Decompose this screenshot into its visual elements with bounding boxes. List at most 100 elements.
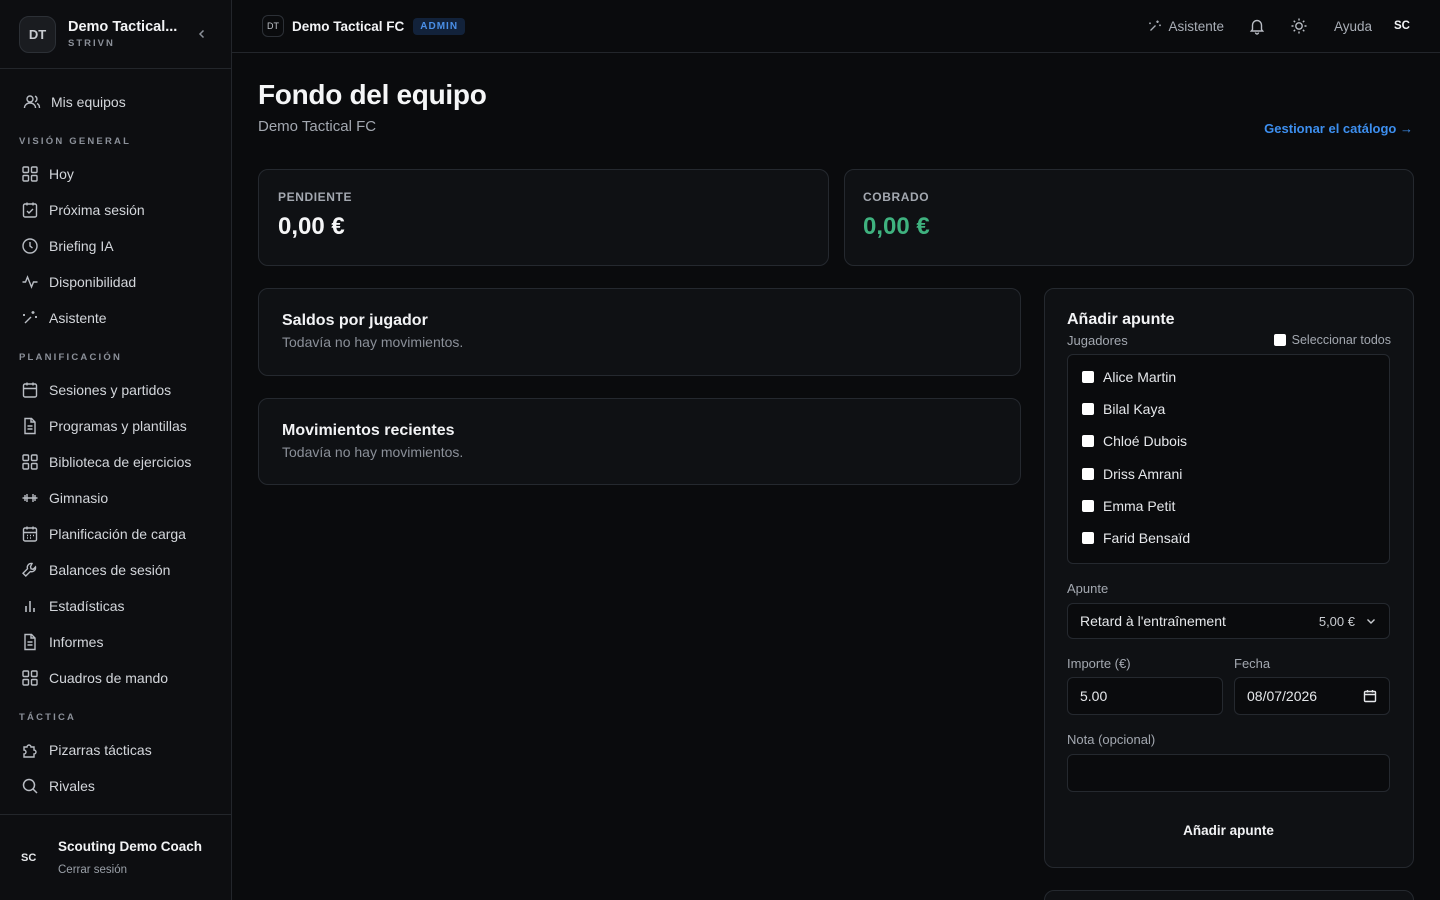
checkbox[interactable] <box>1082 532 1094 545</box>
player-option[interactable]: Chloé Dubois <box>1068 425 1389 457</box>
sidebar-item-gimnasio[interactable]: Gimnasio <box>0 480 231 516</box>
bell-icon[interactable] <box>1248 17 1266 35</box>
sidebar-item-balances[interactable]: Balances de sesión <box>0 552 231 588</box>
player-name: Chloé Dubois <box>1103 433 1188 450</box>
user-menu-avatar[interactable]: SC <box>1394 20 1410 32</box>
player-option[interactable]: Emma Petit <box>1068 490 1389 522</box>
player-option[interactable]: Bilal Kaya <box>1068 393 1389 425</box>
entry-select[interactable]: Retard à l'entraînement 5,00 € <box>1067 603 1390 639</box>
clock-icon <box>22 238 38 254</box>
sidebar-nav: Mis equipos VISIÓN GENERAL Hoy Próxima s… <box>0 69 231 804</box>
add-entry-button[interactable]: Añadir apunte <box>1067 813 1390 847</box>
page-title: Fondo del equipo <box>258 79 487 110</box>
sun-icon[interactable] <box>1290 17 1308 35</box>
sidebar-item-hoy[interactable]: Hoy <box>0 156 231 192</box>
sidebar-item-disponibilidad[interactable]: Disponibilidad <box>0 264 231 300</box>
player-option[interactable]: Driss Amrani <box>1068 458 1389 490</box>
sidebar-item-cuadros[interactable]: Cuadros de mando <box>0 660 231 696</box>
sidebar-item-label: Mis equipos <box>51 94 126 110</box>
chevron-down-icon <box>1367 619 1375 624</box>
amount-input[interactable]: 5.00 <box>1067 677 1223 715</box>
help-link[interactable]: Ayuda <box>1334 19 1372 34</box>
sidebar-item-estadisticas[interactable]: Estadísticas <box>0 588 231 624</box>
section-tactica: TÁCTICA <box>19 712 77 723</box>
sparkles-icon <box>1149 20 1162 31</box>
assistant-button[interactable]: Asistente <box>1148 19 1224 34</box>
entry-price: 5,00 € <box>1318 613 1355 629</box>
calendar-check-icon <box>22 202 38 218</box>
calendar-icon <box>22 382 38 398</box>
sidebar-item-mis-equipos[interactable]: Mis equipos <box>0 84 231 120</box>
dumbbell-icon <box>22 494 38 502</box>
activity-icon <box>22 275 38 289</box>
calendar-icon[interactable] <box>1363 689 1377 703</box>
sidebar-item-planificacion-carga[interactable]: Planificación de carga <box>0 516 231 552</box>
logout-link[interactable]: Cerrar sesión <box>58 864 202 876</box>
checkbox[interactable] <box>1273 334 1286 346</box>
form-title: Añadir apunte <box>1067 311 1175 328</box>
sidebar-item-briefing-ia[interactable]: Briefing IA <box>0 228 231 264</box>
sidebar-item-label: Rivales <box>49 778 95 794</box>
player-option[interactable]: Farid Bensaïd <box>1068 522 1389 554</box>
sidebar-item-label: Briefing IA <box>49 238 114 254</box>
avatar: SC <box>21 851 37 864</box>
user-name: Scouting Demo Coach <box>58 839 203 854</box>
bar-chart-icon <box>25 601 35 612</box>
checkbox[interactable] <box>1082 467 1094 480</box>
entry-label: Apunte <box>1067 581 1109 596</box>
sidebar-item-rivales[interactable]: Rivales <box>0 768 231 804</box>
sidebar-item-label: Programas y plantillas <box>49 418 187 434</box>
sidebar: DT Demo Tactical... STRIVN Mis equipos V… <box>0 0 232 900</box>
player-option[interactable]: Alice Martin <box>1068 361 1389 393</box>
card-title: Saldos por jugador <box>282 312 428 329</box>
puzzle-icon <box>23 744 37 758</box>
main-content: Fondo del equipo Demo Tactical FC Gestio… <box>232 53 1440 900</box>
player-name: Bilal Kaya <box>1103 401 1166 418</box>
sidebar-item-label: Cuadros de mando <box>49 670 169 686</box>
select-all-label: Seleccionar todos <box>1291 333 1391 347</box>
sidebar-item-informes[interactable]: Informes <box>0 624 231 660</box>
users-icon <box>23 95 41 109</box>
checkbox[interactable] <box>1082 371 1094 384</box>
role-badge: ADMIN <box>413 17 466 35</box>
note-label: Nota (opcional) <box>1067 732 1156 747</box>
sidebar-item-sesiones[interactable]: Sesiones y partidos <box>0 372 231 408</box>
calendar-grid-icon <box>22 526 38 542</box>
team-avatar: DT <box>19 15 56 53</box>
sidebar-item-label: Disponibilidad <box>49 274 137 290</box>
pending-label: PENDIENTE <box>278 190 353 204</box>
sidebar-item-label: Sesiones y partidos <box>49 382 172 398</box>
date-input[interactable]: 08/07/2026 <box>1234 677 1390 715</box>
date-value: 08/07/2026 <box>1247 688 1318 704</box>
players-list[interactable]: Alice Martin Bilal Kaya Chloé Dubois Dri… <box>1067 354 1390 564</box>
checkbox[interactable] <box>1082 499 1094 512</box>
sidebar-item-label: Hoy <box>49 166 74 182</box>
note-input[interactable] <box>1067 754 1390 792</box>
grid-icon <box>22 454 38 470</box>
search-icon <box>22 778 38 794</box>
collected-label: COBRADO <box>863 190 930 204</box>
team-switcher[interactable]: DT Demo Tactical... STRIVN <box>0 0 231 69</box>
collected-stat-card: COBRADO 0,00 € <box>844 169 1414 266</box>
sidebar-item-label: Planificación de carga <box>49 526 186 542</box>
sidebar-item-biblioteca[interactable]: Biblioteca de ejercicios <box>0 444 231 480</box>
amount-value: 5.00 <box>1080 688 1108 704</box>
empty-state: Todavía no hay movimientos. <box>282 334 464 350</box>
breadcrumb-team[interactable]: Demo Tactical FC <box>292 19 404 34</box>
sidebar-item-label: Biblioteca de ejercicios <box>49 454 192 470</box>
manage-catalog-link[interactable]: Gestionar el catálogo → <box>1264 121 1413 136</box>
team-avatar-small: DT <box>262 15 284 37</box>
checkbox[interactable] <box>1082 403 1094 416</box>
sidebar-item-pizarras[interactable]: Pizarras tácticas <box>0 732 231 768</box>
player-name: Farid Bensaïd <box>1103 530 1191 547</box>
sidebar-item-proxima-sesion[interactable]: Próxima sesión <box>0 192 231 228</box>
pending-value: 0,00 € <box>278 213 345 240</box>
collapse-sidebar-button[interactable] <box>192 24 212 44</box>
section-vision-general: VISIÓN GENERAL <box>19 136 132 147</box>
select-all-checkbox[interactable]: Seleccionar todos <box>1273 333 1391 347</box>
checkbox[interactable] <box>1082 435 1094 448</box>
add-entry-form: Añadir apunte Jugadores Seleccionar todo… <box>1044 288 1414 868</box>
page-subtitle: Demo Tactical FC <box>258 118 377 135</box>
sidebar-item-asistente[interactable]: Asistente <box>0 300 231 336</box>
sidebar-item-programas[interactable]: Programas y plantillas <box>0 408 231 444</box>
